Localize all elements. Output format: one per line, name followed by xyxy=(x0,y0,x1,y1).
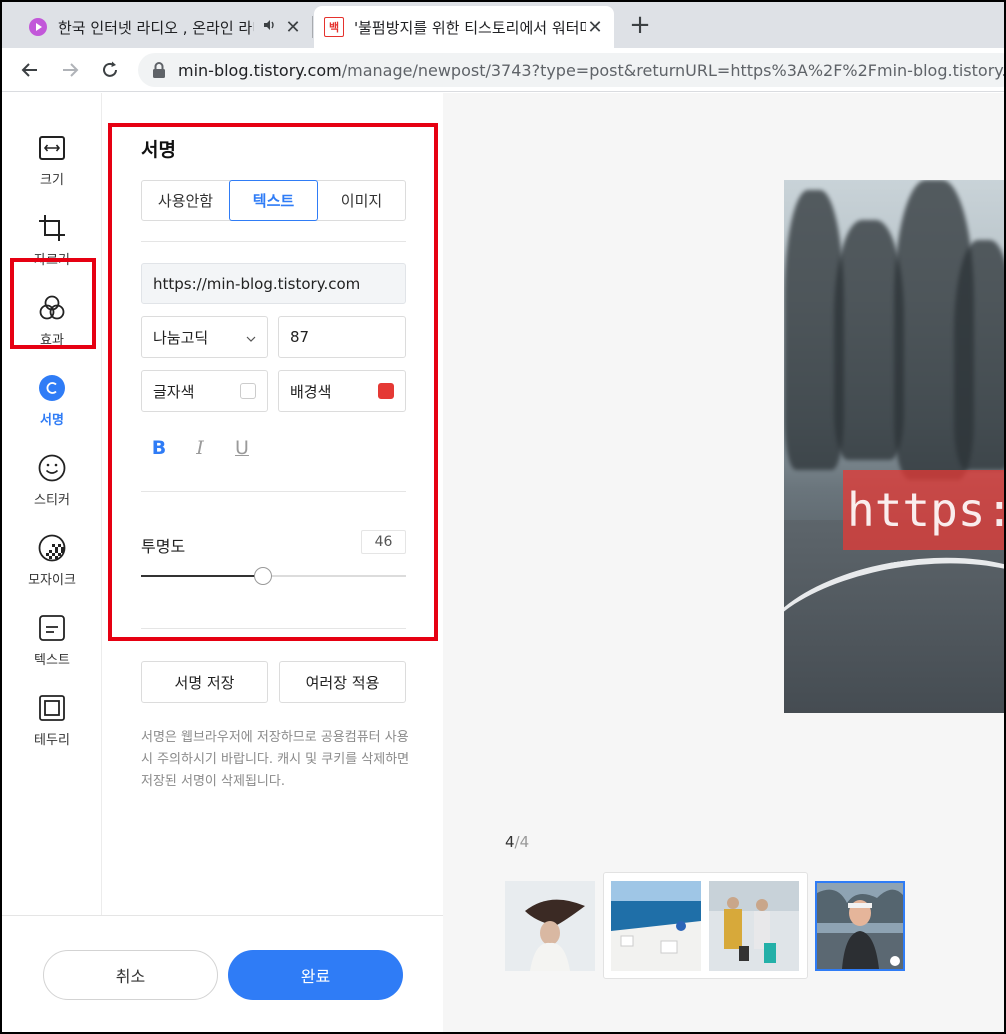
reload-icon xyxy=(103,61,117,77)
signature-type-toggle: 사용안함 텍스트 이미지 xyxy=(141,180,406,221)
rail-label: 텍스트 xyxy=(34,653,70,668)
done-button[interactable]: 완료 xyxy=(228,950,403,1000)
panel-title: 서명 xyxy=(141,139,176,161)
text-color-label: 글자색 xyxy=(153,382,195,401)
tab-title: '불펌방지를 위한 티스토리에서 워터마크 xyxy=(354,18,586,37)
tistory-icon: 백 xyxy=(324,17,344,37)
font-value: 나눔고딕 xyxy=(153,328,209,347)
rail-label: 크기 xyxy=(40,173,64,188)
url-host: min-blog.tistory.com xyxy=(178,60,342,80)
signature-notice: 서명은 웹브라우저에 저장하므로 공용컴퓨터 사용 시 주의하시기 바랍니다. … xyxy=(141,730,410,789)
close-icon[interactable]: ✕ xyxy=(586,17,604,38)
signature-icon xyxy=(37,373,67,403)
forward-button[interactable] xyxy=(54,54,86,86)
bg-color-picker[interactable]: 배경색 xyxy=(278,370,406,412)
browser-toolbar: min-blog.tistory.com/manage/newpost/3743… xyxy=(2,48,1004,92)
bg-color-label: 배경색 xyxy=(290,382,332,401)
crop-icon xyxy=(37,213,67,243)
signature-text-input[interactable]: https://min-blog.tistory.com xyxy=(141,263,406,304)
arrow-right-icon xyxy=(63,63,79,77)
save-signature-button[interactable]: 서명 저장 xyxy=(141,661,268,703)
opacity-slider-fill xyxy=(141,575,263,577)
italic-button[interactable]: I xyxy=(185,433,215,463)
back-button[interactable] xyxy=(14,54,46,86)
page-current: 4 xyxy=(505,833,515,851)
border-icon xyxy=(37,693,67,723)
rail-item-mosaic[interactable]: 모자이크 xyxy=(2,525,102,601)
runner-photo xyxy=(817,883,903,969)
page-counter: 4/4 xyxy=(505,833,529,851)
segment-none[interactable]: 사용안함 xyxy=(142,181,229,220)
rail-item-text[interactable]: 텍스트 xyxy=(2,605,102,681)
thumbnail-2[interactable] xyxy=(611,881,701,971)
underline-button[interactable]: U xyxy=(227,433,257,463)
page-total: 4 xyxy=(519,833,530,851)
font-size-input[interactable]: 87 xyxy=(278,316,406,358)
text-color-picker[interactable]: 글자색 xyxy=(141,370,268,412)
signature-panel: 서명 사용안함 텍스트 이미지 https://min-blog.tistory… xyxy=(103,93,443,915)
reload-button[interactable] xyxy=(94,54,126,86)
address-bar[interactable]: min-blog.tistory.com/manage/newpost/3743… xyxy=(138,53,1004,87)
woman-hair-photo xyxy=(505,881,595,971)
speaker-icon[interactable] xyxy=(260,18,278,36)
rail-label: 서명 xyxy=(40,413,64,428)
divider xyxy=(141,491,406,492)
rail-label: 테두리 xyxy=(34,733,70,748)
rail-item-size[interactable]: 크기 xyxy=(2,125,102,201)
santorini-photo xyxy=(611,881,701,971)
tree-shape xyxy=(954,240,1004,470)
selected-dot xyxy=(890,956,900,966)
text-icon xyxy=(37,613,67,643)
thumbnail-1[interactable] xyxy=(505,881,595,971)
tab-tistory[interactable]: 백 '불펌방지를 위한 티스토리에서 워터마크 ✕ xyxy=(314,6,614,48)
chevron-down-icon xyxy=(246,328,256,346)
smiley-icon xyxy=(37,453,67,483)
tab-title: 한국 인터넷 라디오 , 온라인 라디오 xyxy=(58,18,254,37)
tab-radio[interactable]: 한국 인터넷 라디오 , 온라인 라디오 ✕ xyxy=(18,6,312,48)
opacity-slider[interactable] xyxy=(141,567,406,585)
text-color-swatch[interactable] xyxy=(240,383,256,399)
rail-label: 모자이크 xyxy=(28,573,76,588)
divider xyxy=(141,241,406,242)
travelers-photo xyxy=(709,881,799,971)
apply-multiple-button[interactable]: 여러장 적용 xyxy=(279,661,406,703)
rail-item-border[interactable]: 테두리 xyxy=(2,685,102,761)
browser-window: 한국 인터넷 라디오 , 온라인 라디오 ✕ 백 '불펌방지를 위한 티스토리에… xyxy=(2,2,1004,1032)
thumbnail-4[interactable] xyxy=(815,881,905,971)
arrow-left-icon xyxy=(21,63,37,77)
opacity-label: 투명도 xyxy=(141,537,186,556)
close-icon[interactable]: ✕ xyxy=(284,17,302,38)
font-select[interactable]: 나눔고딕 xyxy=(141,316,268,358)
rail-label: 스티커 xyxy=(34,493,70,508)
new-tab-button[interactable]: + xyxy=(626,12,654,40)
tab-separator xyxy=(312,16,313,38)
image-preview-area: https:// 4/4 xyxy=(443,93,1004,1032)
segment-image[interactable]: 이미지 xyxy=(318,181,405,220)
segment-text[interactable]: 텍스트 xyxy=(229,180,318,221)
divider xyxy=(141,628,406,629)
lock-icon[interactable] xyxy=(152,62,166,78)
play-icon xyxy=(28,17,48,37)
tab-strip: 한국 인터넷 라디오 , 온라인 라디오 ✕ 백 '불펌방지를 위한 티스토리에… xyxy=(2,2,1004,48)
mosaic-icon xyxy=(37,533,67,563)
signature-overlay[interactable]: https:// xyxy=(843,470,1004,550)
opacity-value[interactable]: 46 xyxy=(361,530,406,554)
bg-color-swatch[interactable] xyxy=(378,383,394,399)
rail-item-signature[interactable]: 서명 xyxy=(2,365,102,441)
bottom-bar: 취소 완료 xyxy=(2,915,443,1032)
url-path: /manage/newpost/3743?type=post&returnURL… xyxy=(341,60,1004,80)
cancel-button[interactable]: 취소 xyxy=(43,950,218,1000)
preview-image: https:// xyxy=(784,180,1004,713)
opacity-slider-handle[interactable] xyxy=(253,567,272,585)
tool-rail: 크기 자르기 효과 서명 스티커 모자이크 텍스트 테두리 xyxy=(2,93,102,915)
thumbnail-3[interactable] xyxy=(709,881,799,971)
highlight-box-rail xyxy=(10,258,96,349)
resize-icon xyxy=(37,133,67,163)
rail-item-sticker[interactable]: 스티커 xyxy=(2,445,102,521)
bold-button[interactable]: B xyxy=(144,433,174,463)
